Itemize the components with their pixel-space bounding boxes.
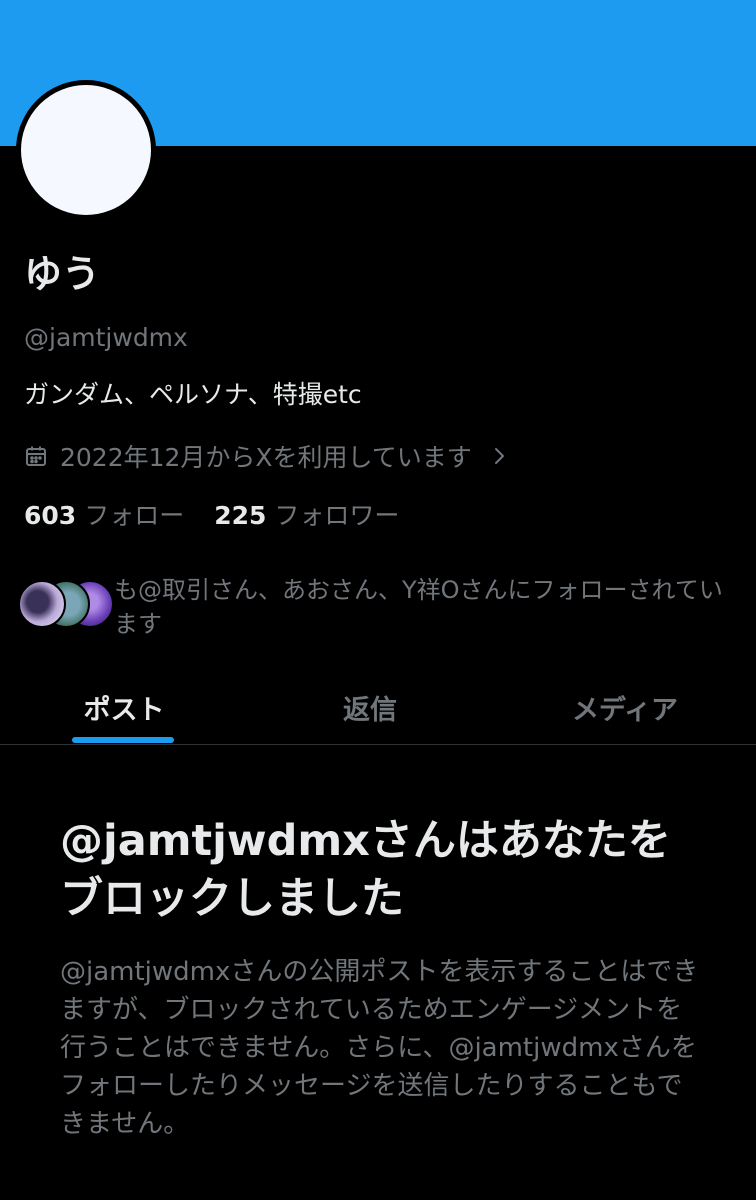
followers-count: 225	[214, 501, 267, 530]
followers-label: フォロワー	[274, 501, 400, 530]
mutual-followers-avatars[interactable]	[18, 580, 114, 630]
active-tab-indicator	[72, 737, 174, 743]
chevron-right-icon[interactable]	[490, 447, 508, 465]
tab-replies[interactable]: 返信	[298, 670, 442, 744]
following-link[interactable]: 603 フォロー	[24, 499, 184, 533]
following-count: 603	[24, 501, 77, 530]
mutual-follower-avatar	[18, 580, 66, 628]
profile-avatar[interactable]	[16, 80, 156, 220]
joined-date-row[interactable]: 2022年12月からXを利用しています	[24, 438, 508, 474]
joined-date-text: 2022年12月からXを利用しています	[60, 443, 472, 472]
followed-by-text[interactable]: も@取引さん、あおさん、Y祥Oさんにフォローされています	[114, 573, 724, 641]
profile-tabs: ポスト 返信 メディア	[0, 670, 756, 745]
profile-bio: ガンダム、ペルソナ、特撮etc	[24, 380, 362, 409]
tab-media[interactable]: メディア	[540, 670, 710, 744]
calendar-icon	[26, 446, 46, 466]
followers-link[interactable]: 225 フォロワー	[214, 499, 399, 533]
tab-posts[interactable]: ポスト	[52, 670, 196, 744]
blocked-title: @jamtjwdmxさんはあなたをブロックしました	[60, 816, 671, 924]
blocked-message: @jamtjwdmxさんの公開ポストを表示することはできますが、ブロックされてい…	[60, 957, 699, 1139]
follow-stats: 603 フォロー 225 フォロワー	[24, 499, 399, 533]
user-handle: @jamtjwdmx	[24, 323, 188, 352]
following-label: フォロー	[84, 501, 185, 530]
display-name: ゆう	[24, 252, 101, 296]
